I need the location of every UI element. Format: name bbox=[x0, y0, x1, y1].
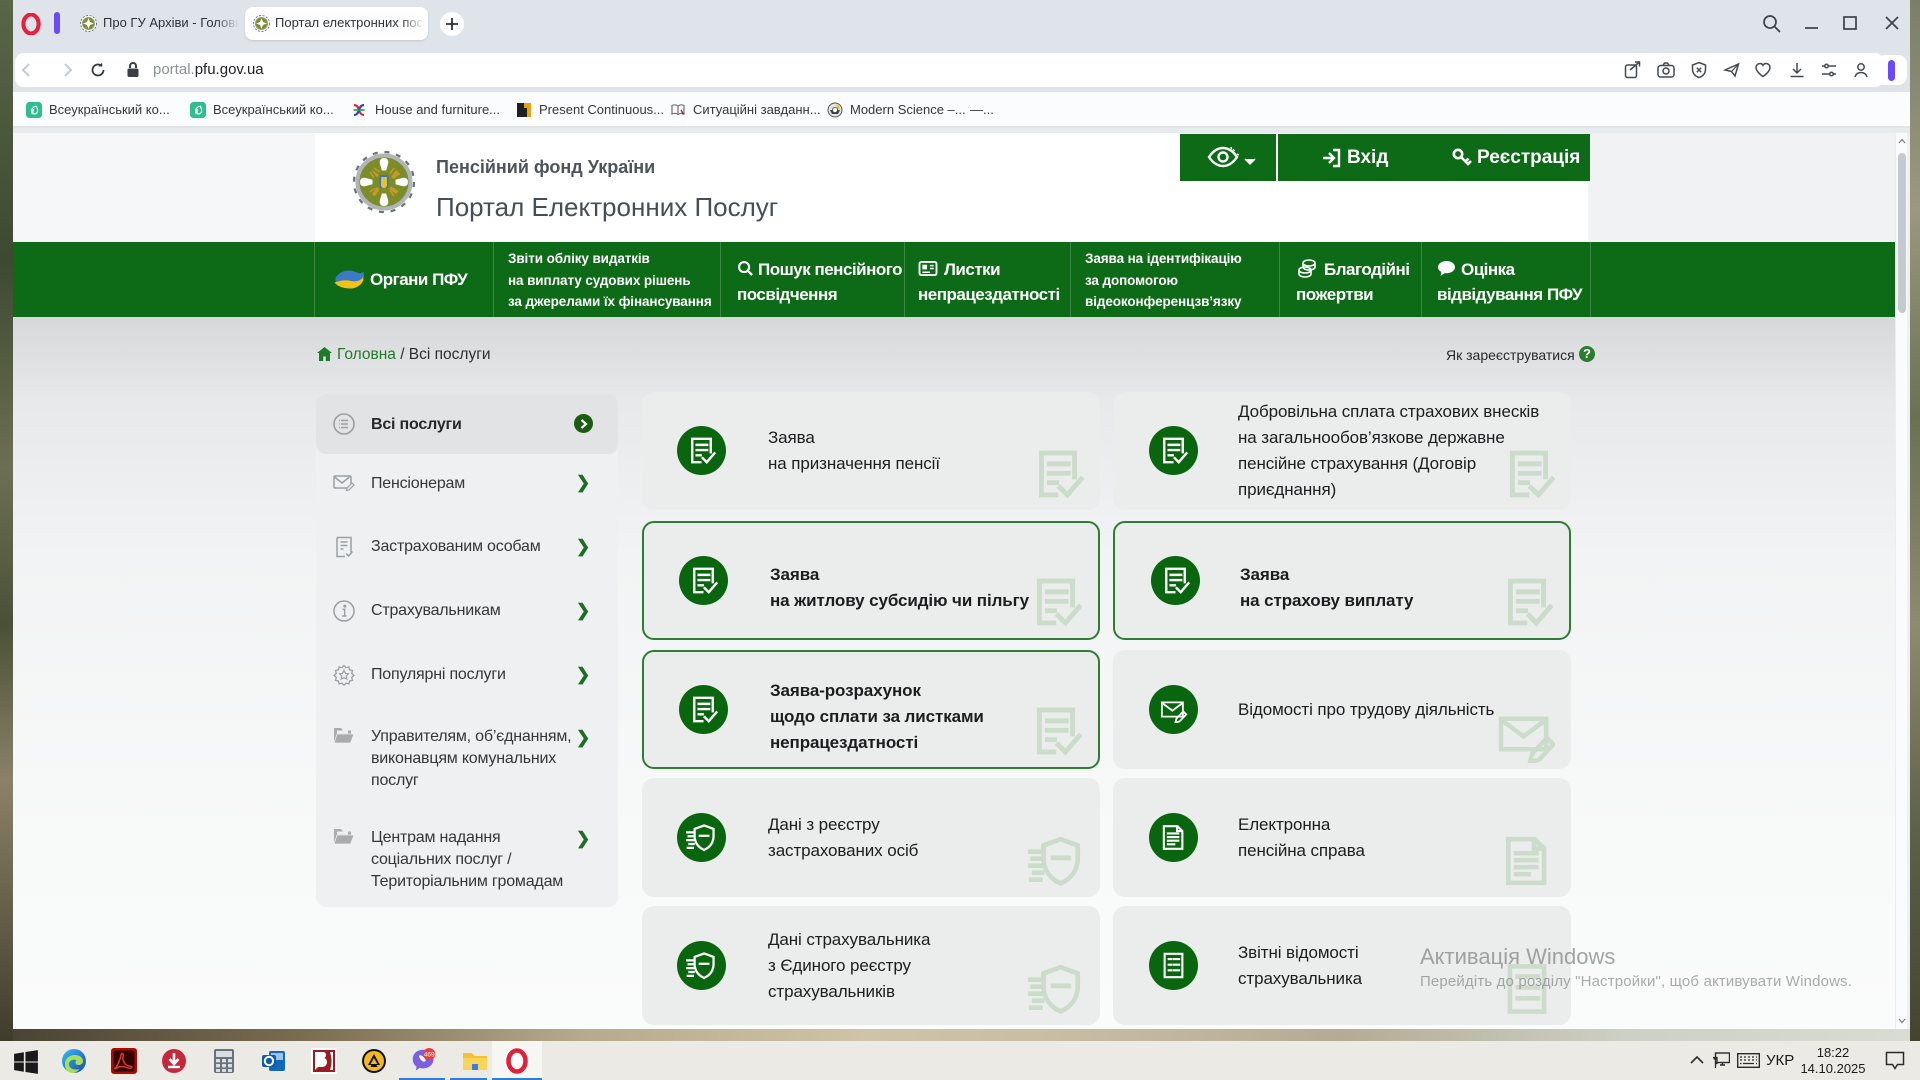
svg-text:469: 469 bbox=[424, 1051, 435, 1058]
